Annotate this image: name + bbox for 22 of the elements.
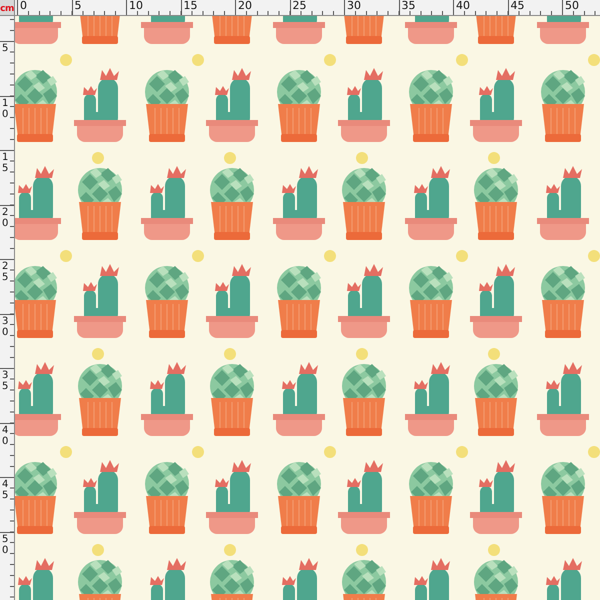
ruler-label: 15 <box>2 152 8 174</box>
ruler-label: 45 <box>510 0 524 12</box>
ruler-label: 30 <box>2 316 8 338</box>
ruler-label: 10 <box>2 98 8 120</box>
ruler-label: 20 <box>2 206 8 228</box>
ruler-label: 35 <box>402 0 416 12</box>
ruler-label: 40 <box>456 0 470 12</box>
ruler-label: 30 <box>347 0 361 12</box>
ruler-label: 25 <box>2 261 8 283</box>
ruler-label: 35 <box>2 370 8 392</box>
ruler-label: 50 <box>2 534 8 556</box>
unit-label: cm <box>0 4 14 15</box>
ruler-label: 45 <box>2 479 8 501</box>
ruler-label: 10 <box>129 0 143 12</box>
ruler-label: 40 <box>2 424 8 446</box>
ruler-label: 0 <box>20 0 27 12</box>
ruler-label: 20 <box>238 0 252 12</box>
ruler-label: 5 <box>74 0 82 12</box>
ruler-label: 5 <box>2 43 8 54</box>
ruler-label: 25 <box>292 0 306 12</box>
ruler-label: 15 <box>184 0 198 12</box>
ruler-label: 50 <box>565 0 579 12</box>
